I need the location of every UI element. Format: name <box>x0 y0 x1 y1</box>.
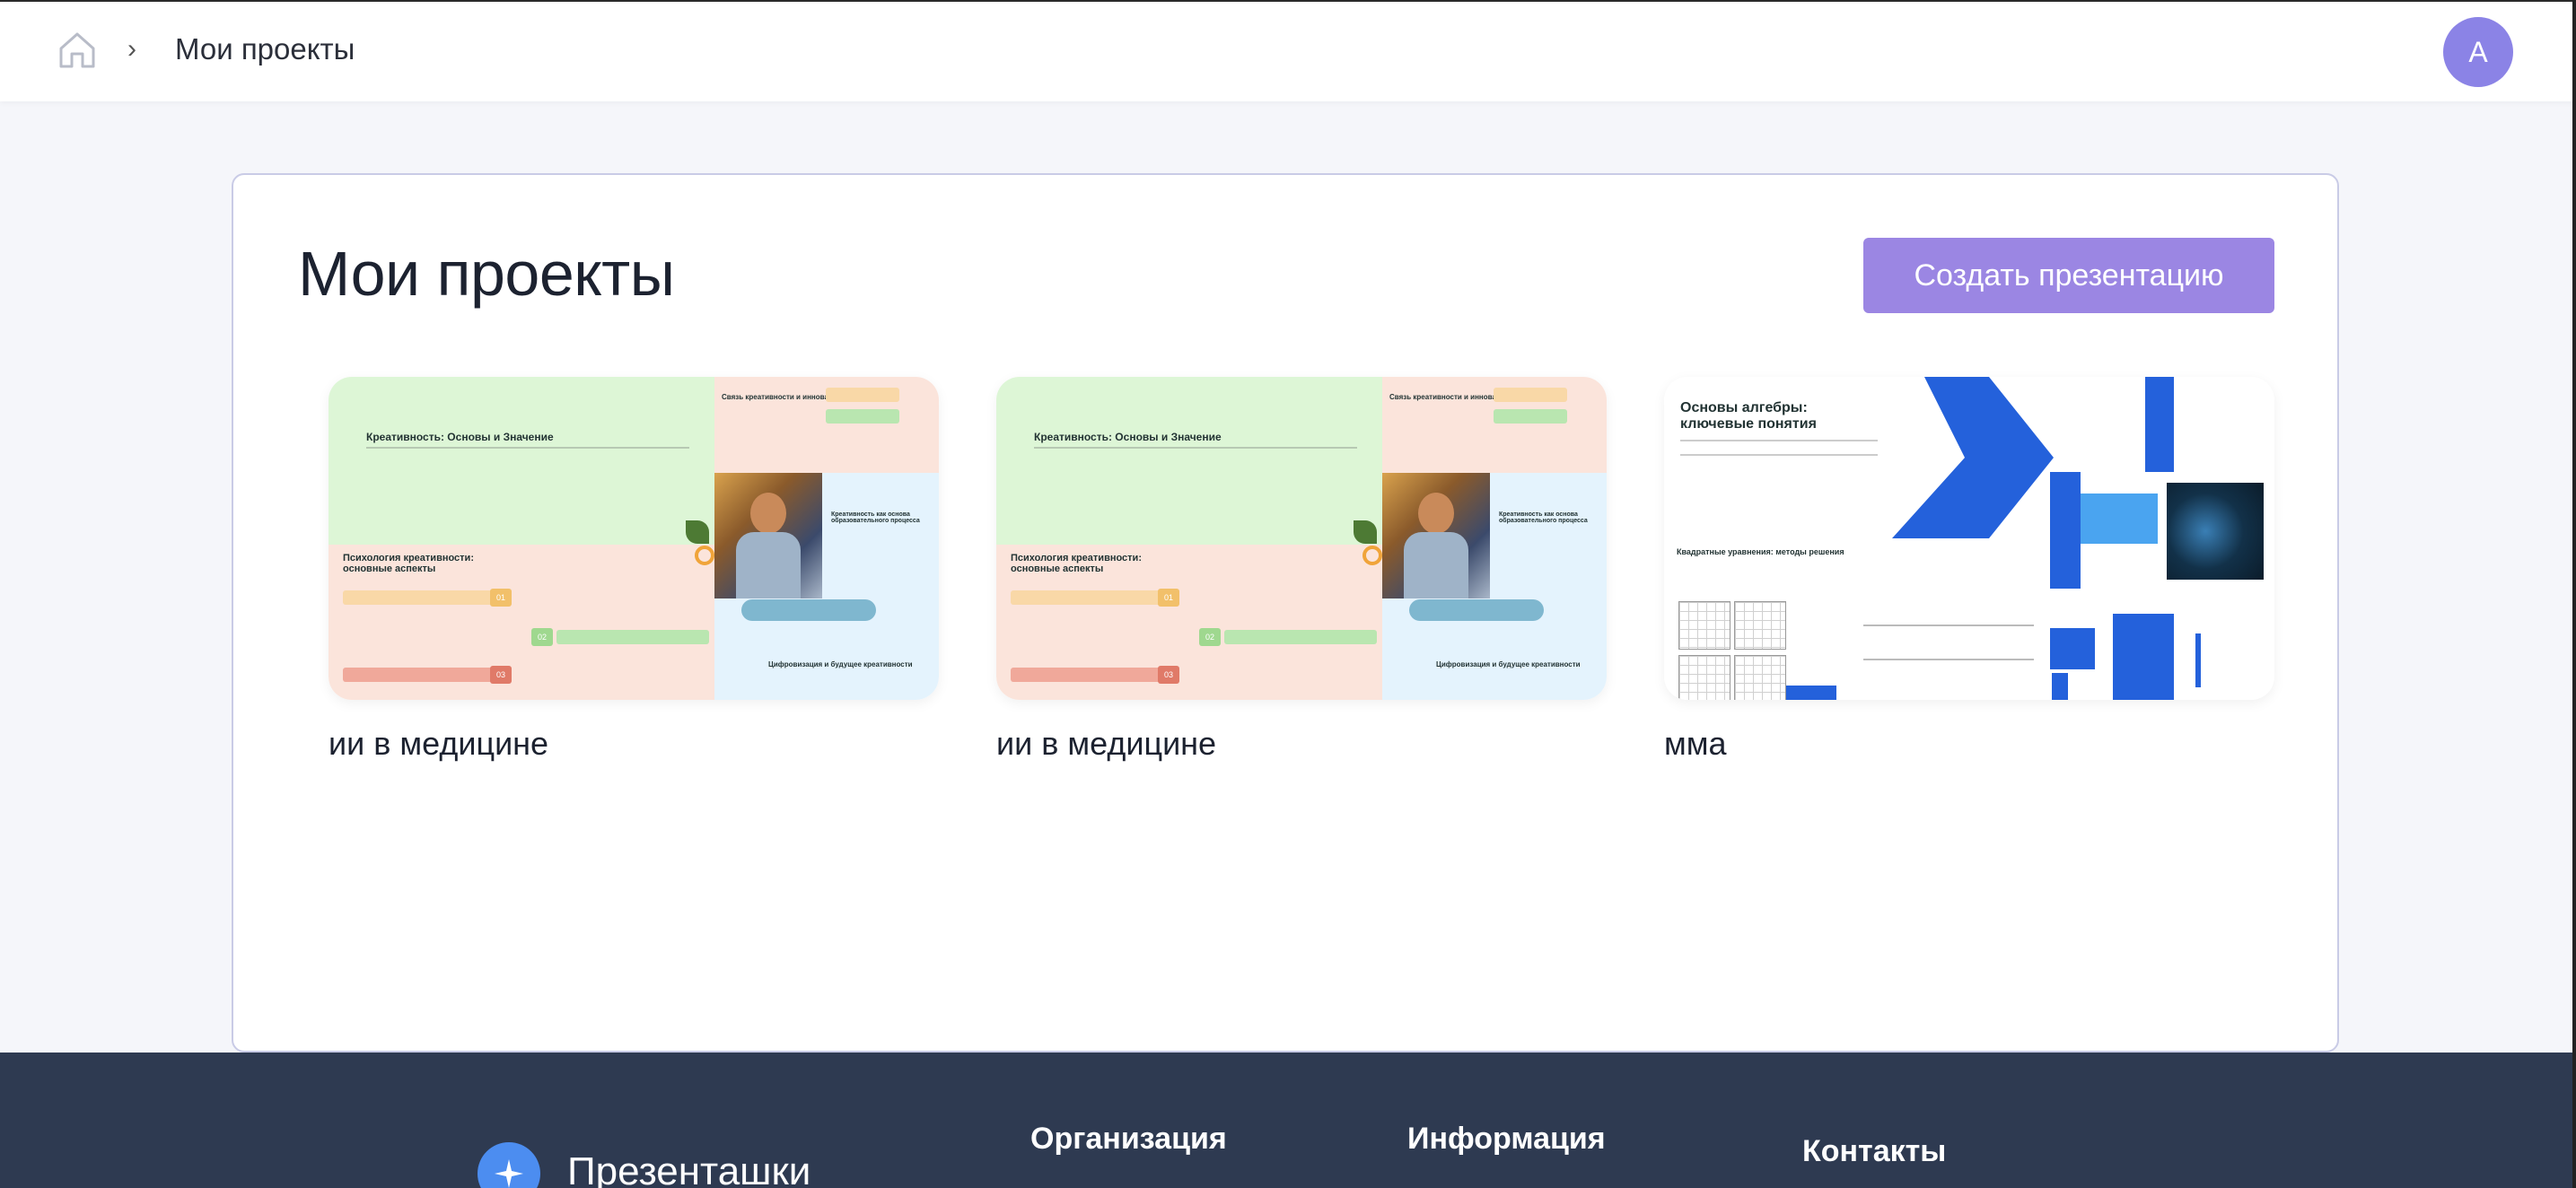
footer-heading-contacts: Контакты <box>1802 1134 1947 1168</box>
thumb-photo <box>1382 473 1490 598</box>
thumb-heading: Креативность как основа образовательного… <box>831 511 920 524</box>
page-title: Мои проекты <box>298 239 675 309</box>
project-name[interactable]: ии в медицине <box>996 725 1607 763</box>
thumb-photo <box>714 473 822 598</box>
footer-logo-text[interactable]: Презенташки <box>567 1149 810 1188</box>
footer-heading-organization: Организация <box>1030 1122 1227 1156</box>
thumb-block <box>2050 472 2081 589</box>
thumb-heading: Креативность: Основы и Значение <box>1034 431 1222 443</box>
spiral-decoration <box>1362 546 1382 565</box>
thumb-heading: Цифровизация и будущее креативности <box>768 660 913 668</box>
thumb-heading: Психология креативности: основные аспект… <box>1011 553 1142 574</box>
thumb-section <box>996 473 1382 545</box>
thumb-graph <box>1734 655 1786 700</box>
user-avatar[interactable]: А <box>2443 17 2513 87</box>
thumb-heading: Связь креативности и инноваций <box>1389 393 1510 401</box>
thumb-heading: Квадратные уравнения: методы решения <box>1677 547 1844 556</box>
home-icon[interactable] <box>56 29 99 72</box>
thumb-pill <box>343 590 495 605</box>
project-name[interactable]: ии в медицине <box>329 725 939 763</box>
window-edge <box>2572 0 2576 1188</box>
thumb-block <box>2052 673 2068 700</box>
footer-heading-information: Информация <box>1407 1122 1606 1156</box>
project-thumbnail[interactable]: Основы алгебры: ключевые понятия Квадрат… <box>1664 377 2274 700</box>
thumb-photo-face <box>750 493 786 534</box>
thumb-heading: Основы алгебры: ключевые понятия <box>1680 400 1817 432</box>
project-thumbnail[interactable]: Креативность: Основы и Значение Связь кр… <box>996 377 1607 700</box>
thumb-pill <box>1011 590 1163 605</box>
project-card[interactable]: Креативность: Основы и Значение Связь кр… <box>996 377 1607 763</box>
project-card[interactable]: Креативность: Основы и Значение Связь кр… <box>329 377 939 763</box>
thumb-text-line <box>1863 625 2034 660</box>
cloud-decoration <box>741 599 876 621</box>
thumb-heading: Креативность как основа образовательного… <box>1499 511 1588 524</box>
thumb-graph <box>1678 655 1730 700</box>
leaf-decoration <box>1354 520 1377 544</box>
spiral-decoration <box>695 546 714 565</box>
thumb-heading: Психология креативности: основные аспект… <box>343 553 474 574</box>
project-card[interactable]: Основы алгебры: ключевые понятия Квадрат… <box>1664 377 2274 763</box>
sparkle-logo-icon <box>478 1142 540 1188</box>
thumb-pill <box>343 668 495 682</box>
breadcrumb-current: Мои проекты <box>175 32 355 66</box>
thumb-block <box>2145 377 2174 472</box>
thumb-graph <box>1734 601 1786 650</box>
thumb-text-line <box>366 447 689 459</box>
thumb-text-line <box>1680 440 1878 456</box>
thumb-number: 03 <box>1158 666 1179 684</box>
thumb-pill <box>826 388 899 402</box>
thumb-heading: Цифровизация и будущее креативности <box>1436 660 1581 668</box>
create-presentation-button[interactable]: Создать презентацию <box>1863 238 2274 313</box>
footer: Презенташки Организация Информация Конта… <box>0 1053 2572 1188</box>
thumb-pill <box>1011 668 1163 682</box>
thumb-number: 03 <box>490 666 512 684</box>
breadcrumb-separator: › <box>127 34 136 64</box>
project-thumbnail[interactable]: Креативность: Основы и Значение Связь кр… <box>329 377 939 700</box>
thumb-block <box>1786 686 1836 700</box>
project-name[interactable]: мма <box>1664 725 2274 763</box>
thumb-photo-body <box>1404 532 1468 598</box>
cloud-decoration <box>1409 599 1544 621</box>
thumb-text-line <box>1034 447 1357 459</box>
thumb-pill <box>1494 409 1567 424</box>
thumb-pill <box>1494 388 1567 402</box>
projects-panel: Мои проекты Создать презентацию Креативн… <box>232 173 2339 1053</box>
thumb-number: 01 <box>490 589 512 607</box>
thumb-number: 02 <box>531 628 553 646</box>
thumb-section <box>329 473 714 545</box>
thumb-photo-face <box>1418 493 1454 534</box>
thumb-heading: Связь креативности и инноваций <box>722 393 842 401</box>
thumb-number: 01 <box>1158 589 1179 607</box>
leaf-decoration <box>686 520 709 544</box>
thumb-block <box>2195 633 2201 687</box>
thumb-photo-body <box>736 532 801 598</box>
thumb-block <box>2050 628 2095 669</box>
thumb-pill <box>1224 630 1377 644</box>
thumb-block <box>2113 614 2174 700</box>
thumb-pill <box>556 630 709 644</box>
top-bar: › Мои проекты А <box>0 0 2576 101</box>
thumb-heading: Креативность: Основы и Значение <box>366 431 554 443</box>
thumb-number: 02 <box>1199 628 1221 646</box>
thumb-pill <box>826 409 899 424</box>
thumb-block <box>2081 494 2158 544</box>
thumb-photo <box>2167 483 2264 580</box>
thumb-graph <box>1678 601 1730 650</box>
